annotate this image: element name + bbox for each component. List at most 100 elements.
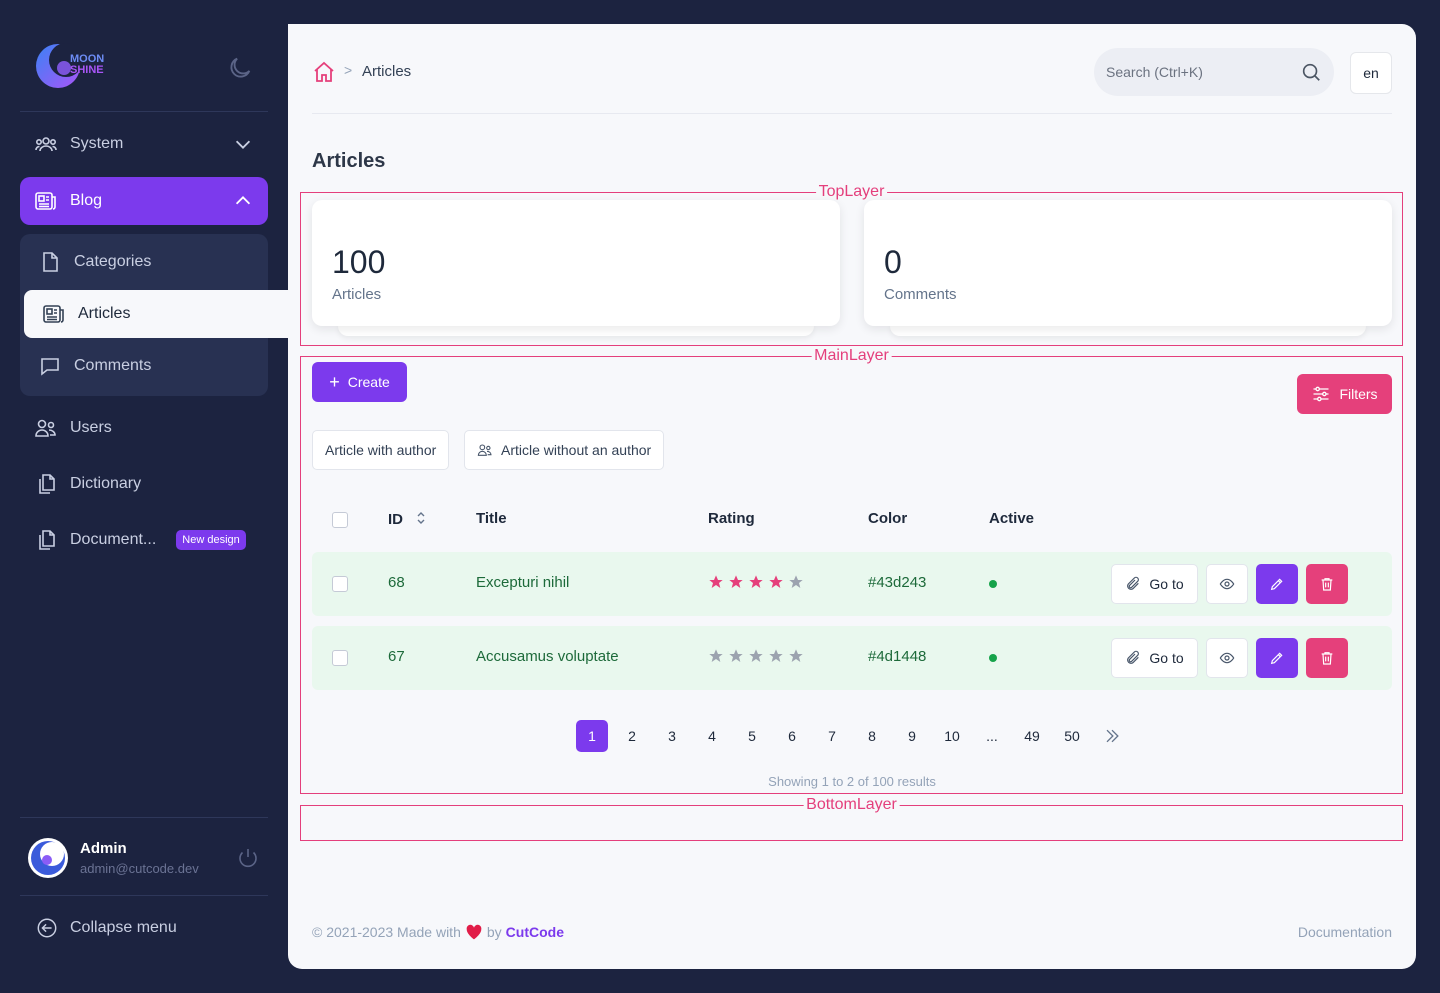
pagination-page[interactable]: 5	[736, 720, 768, 752]
main-panel: > Articles en Articles TopLayer 100 Arti…	[288, 24, 1416, 969]
star-empty-icon	[789, 649, 803, 662]
dark-mode-toggle[interactable]	[226, 54, 254, 82]
edit-button[interactable]	[1256, 638, 1298, 678]
sidebar-item-categories[interactable]: Categories	[20, 238, 268, 286]
avatar[interactable]	[28, 838, 68, 878]
copyright-text: © 2021-2023 Made with	[312, 924, 461, 940]
filters-button-label: Filters	[1339, 386, 1378, 402]
moon-logo-icon: MOON SHINE	[36, 43, 104, 88]
pagination-page[interactable]: 50	[1056, 720, 1088, 752]
table-row[interactable]: 67 Accusamus voluptate #4d1448 Go to	[312, 626, 1392, 690]
sidebar-item-dictionary[interactable]: Dictionary	[20, 460, 268, 508]
sidebar-item-blog[interactable]: Blog	[20, 177, 268, 225]
go-to-button[interactable]: Go to	[1111, 638, 1198, 678]
sidebar-divider	[20, 817, 268, 818]
view-button[interactable]	[1206, 564, 1248, 604]
sidebar-item-users[interactable]: Users	[20, 404, 268, 452]
pagination-page[interactable]: 10	[936, 720, 968, 752]
star-filled-icon	[769, 575, 783, 588]
pagination-page[interactable]: 2	[616, 720, 648, 752]
star-filled-icon	[749, 575, 763, 588]
row-checkbox[interactable]	[332, 576, 348, 592]
star-filled-icon	[729, 575, 743, 588]
pagination-page[interactable]: 49	[1016, 720, 1048, 752]
delete-button[interactable]	[1306, 564, 1348, 604]
sidebar-divider	[20, 895, 268, 896]
pagination-summary: Showing 1 to 2 of 100 results	[768, 774, 936, 789]
row-checkbox[interactable]	[332, 650, 348, 666]
cell-color: #4d1448	[868, 648, 927, 665]
quick-filter-label: Article with author	[325, 442, 437, 458]
metric-label: Articles	[332, 286, 382, 303]
cutcode-link[interactable]: CutCode	[506, 924, 564, 940]
users-group-icon	[35, 137, 57, 152]
delete-button[interactable]	[1306, 638, 1348, 678]
eye-icon	[1219, 578, 1235, 590]
documentation-link[interactable]: Documentation	[1298, 924, 1392, 940]
column-header-id[interactable]: ID	[388, 510, 427, 528]
pagination-page[interactable]: 4	[696, 720, 728, 752]
sidebar-item-label: System	[70, 135, 124, 152]
breadcrumb-separator: >	[344, 62, 353, 78]
search-input[interactable]	[1106, 48, 1286, 96]
sidebar-item-articles[interactable]: Articles	[24, 290, 294, 338]
column-header-rating: Rating	[708, 510, 755, 527]
footer-copyright: © 2021-2023 Made with by CutCode	[312, 924, 564, 940]
star-empty-icon	[769, 649, 783, 662]
cell-color: #43d243	[868, 574, 927, 591]
create-button[interactable]: + Create	[312, 362, 407, 402]
star-empty-icon	[789, 575, 803, 588]
sliders-icon	[1313, 386, 1329, 402]
by-text: by	[486, 924, 502, 940]
pagination-page[interactable]: 9	[896, 720, 928, 752]
view-button[interactable]	[1206, 638, 1248, 678]
pagination-page[interactable]: 7	[816, 720, 848, 752]
breadcrumb-current: Articles	[362, 63, 412, 80]
pagination-next-button[interactable]	[1096, 720, 1128, 752]
rating-stars	[708, 648, 804, 664]
pagination: 1 2 3 4 5 6 7 8 9 10... 49 50	[576, 720, 1136, 752]
page-title: Articles	[312, 150, 386, 172]
pagination-page[interactable]: 3	[656, 720, 688, 752]
edit-button[interactable]	[1256, 564, 1298, 604]
column-header-color: Color	[868, 510, 908, 527]
newspaper-icon	[43, 305, 64, 323]
create-button-label: Create	[347, 374, 390, 390]
power-logout-icon[interactable]	[236, 846, 260, 870]
collapse-menu-button[interactable]: Collapse menu	[20, 904, 268, 952]
metric-label: Comments	[884, 286, 957, 303]
pagination-page[interactable]: 6	[776, 720, 808, 752]
chevron-double-right-icon	[1106, 729, 1119, 743]
topbar: > Articles en	[312, 48, 1392, 114]
search-icon[interactable]	[1300, 61, 1322, 83]
sidebar-item-documentation[interactable]: Document... New design	[20, 516, 268, 564]
user-profile: Admin admin@cutcode.dev	[20, 828, 268, 888]
table-row[interactable]: 68 Excepturi nihil #43d243 Go to	[312, 552, 1392, 616]
go-to-button[interactable]: Go to	[1111, 564, 1198, 604]
sidebar-item-comments[interactable]: Comments	[20, 342, 268, 390]
paperclip-icon	[1127, 576, 1140, 590]
quick-filter-with-author[interactable]: Article with author	[312, 430, 450, 470]
language-switcher[interactable]: en	[1350, 52, 1392, 94]
select-all-checkbox[interactable]	[332, 512, 348, 528]
home-icon[interactable]	[312, 60, 336, 84]
bottom-layer-frame: BottomLayer	[300, 796, 1403, 841]
filters-button[interactable]: Filters	[1297, 374, 1392, 414]
quick-filter-without-author[interactable]: Article without an author	[464, 430, 665, 470]
pagination-page[interactable]: 1	[576, 720, 608, 752]
metric-card-comments: 0 Comments	[864, 200, 1392, 326]
trash-icon	[1321, 652, 1333, 665]
moonshine-logo[interactable]: MOON SHINE	[34, 38, 130, 98]
sidebar-item-label: Categories	[74, 253, 152, 270]
chevron-down-icon	[235, 140, 251, 149]
documents-icon	[39, 474, 55, 494]
logo-text-bottom: SHINE	[70, 64, 104, 76]
pagination-page[interactable]: 8	[856, 720, 888, 752]
sidebar-divider	[20, 111, 268, 112]
cell-id: 67	[388, 648, 405, 665]
metric-card-articles: 100 Articles	[312, 200, 840, 326]
search-box	[1094, 48, 1334, 96]
metric-value: 0	[884, 244, 902, 280]
top-layer-label: TopLayer	[815, 183, 888, 201]
sidebar-item-system[interactable]: System	[20, 120, 268, 168]
